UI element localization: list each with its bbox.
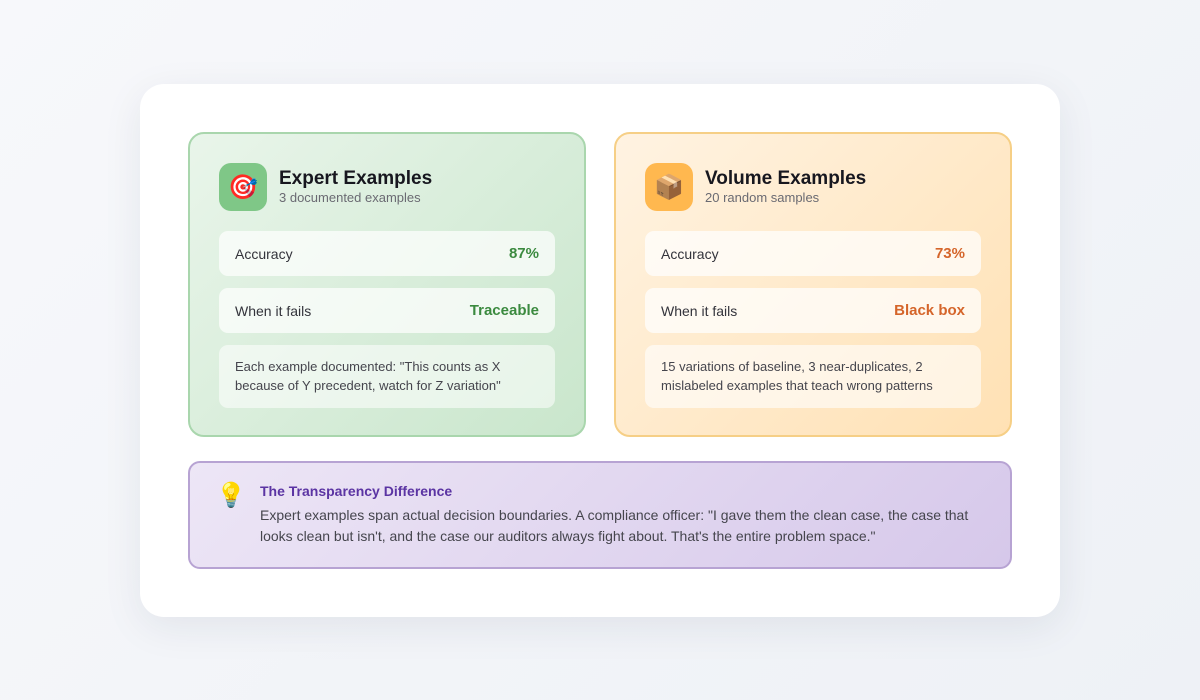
expert-card-header: 🎯 Expert Examples 3 documented examples [219, 163, 555, 211]
volume-card-subtitle: 20 random samples [705, 190, 820, 205]
volume-card-header: 📦 Volume Examples 20 random samples [645, 163, 981, 211]
expert-failure-row: When it fails Traceable [219, 288, 555, 333]
target-icon: 🎯 [219, 163, 267, 211]
volume-card-title: Volume Examples [705, 168, 867, 189]
volume-examples-card: 📦 Volume Examples 20 random samples Accu… [614, 132, 1012, 437]
callout-title: The Transparency Difference [260, 483, 453, 499]
transparency-callout: 💡 The Transparency Difference Expert exa… [188, 461, 1012, 569]
volume-failure-value: Black box [894, 302, 965, 319]
expert-accuracy-row: Accuracy 87% [219, 231, 555, 276]
lightbulb-icon: 💡 [216, 482, 246, 509]
volume-note: 15 variations of baseline, 3 near-duplic… [645, 345, 981, 408]
volume-accuracy-row: Accuracy 73% [645, 231, 981, 276]
expert-examples-card: 🎯 Expert Examples 3 documented examples … [188, 132, 586, 437]
callout-body: Expert examples span actual decision bou… [260, 507, 969, 544]
volume-accuracy-label: Accuracy [661, 245, 719, 262]
expert-accuracy-value: 87% [508, 245, 539, 262]
expert-note: Each example documented: "This counts as… [219, 345, 555, 408]
volume-accuracy-value: 73% [934, 245, 965, 262]
comparison-panel: 🎯 Expert Examples 3 documented examples … [140, 84, 1060, 617]
expert-card-title: Expert Examples [279, 168, 433, 189]
volume-failure-label: When it fails [661, 302, 738, 319]
expert-failure-value: Traceable [469, 302, 539, 319]
expert-card-subtitle: 3 documented examples [279, 190, 421, 205]
expert-failure-label: When it fails [235, 302, 312, 319]
volume-failure-row: When it fails Black box [645, 288, 981, 333]
expert-accuracy-label: Accuracy [235, 245, 293, 262]
package-icon: 📦 [645, 163, 693, 211]
